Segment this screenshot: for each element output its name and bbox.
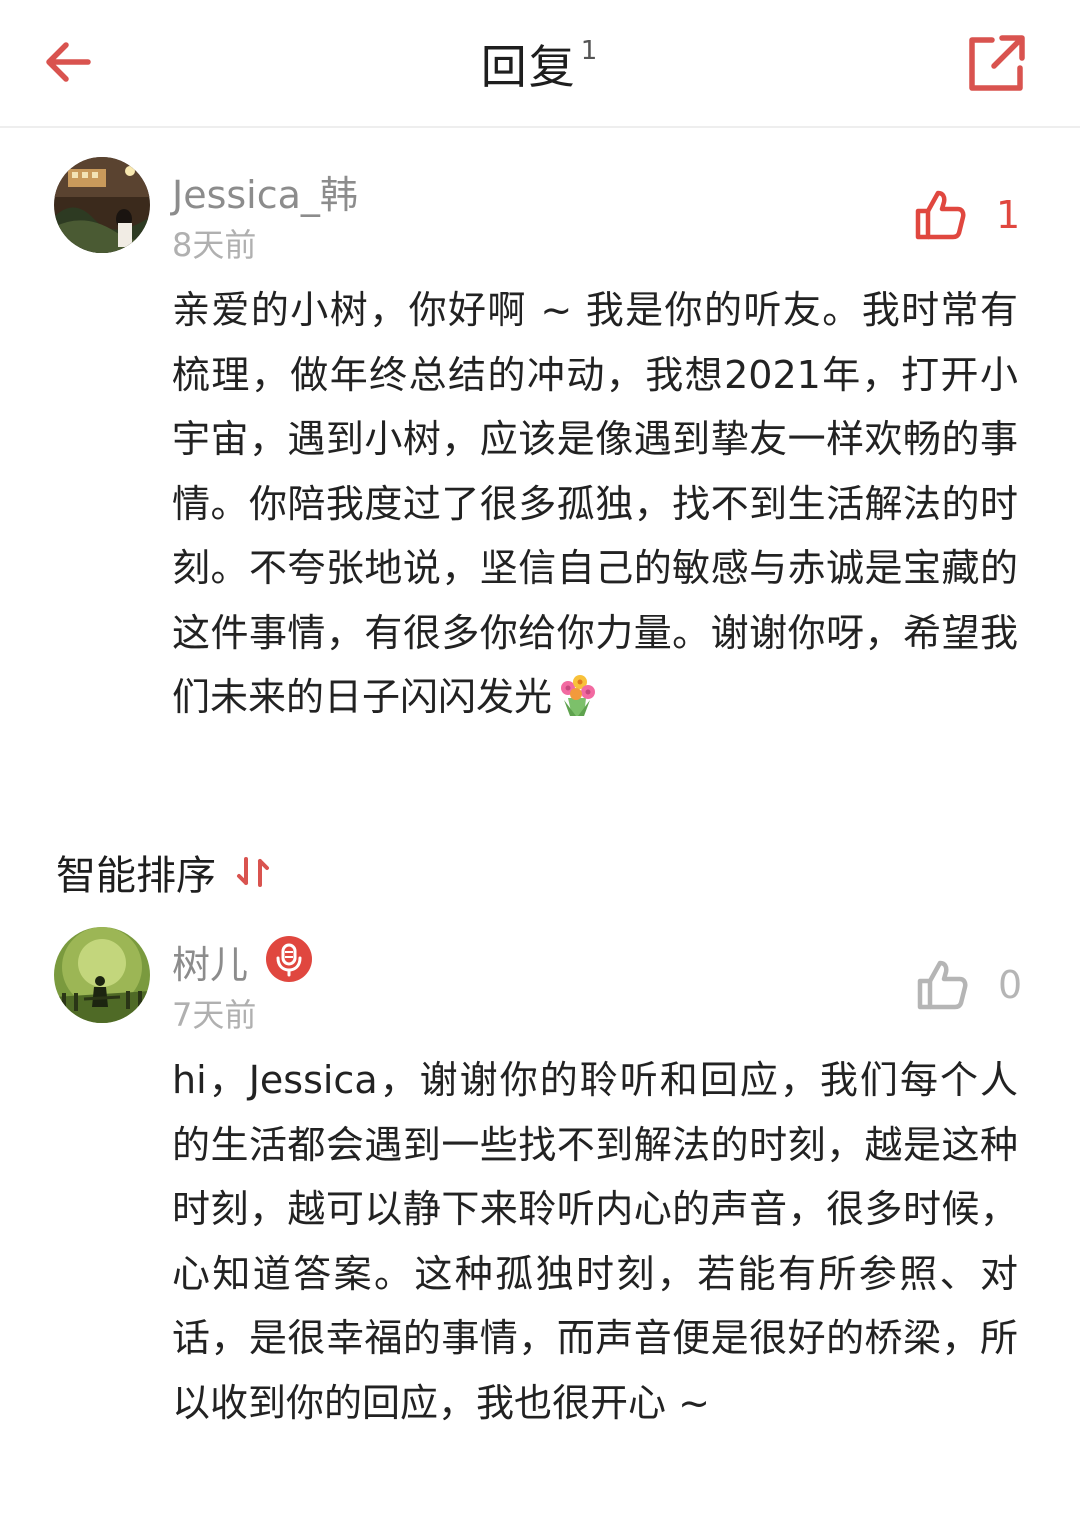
reply-body: hi，Jessica，谢谢你的聆听和回应，我们每个人的生活都会遇到一些找不到解法… [172, 1048, 1018, 1435]
back-button[interactable] [40, 30, 100, 94]
comment-body: 亲爱的小树，你好啊 ~ 我是你的听友。我时常有梳理，做年终总结的冲动，我想202… [172, 278, 1018, 730]
reply-count: 1 [580, 35, 600, 66]
page-title: 回复 1 [480, 35, 600, 94]
like-count: 1 [996, 193, 1021, 237]
arrow-left-icon [46, 42, 91, 82]
like-count: 0 [998, 963, 1023, 1007]
avatar-jessica-image [54, 157, 150, 253]
microphone-badge-icon [266, 936, 312, 982]
sort-selector[interactable]: 智能排序 [56, 840, 270, 904]
reply-username[interactable]: 树儿 [172, 934, 248, 989]
thumbs-up-icon [915, 190, 966, 240]
reply-text: hi，Jessica，谢谢你的聆听和回应，我们每个人的生活都会遇到一些找不到解法… [172, 1058, 1018, 1425]
thumbs-up-icon [917, 960, 968, 1010]
share-button[interactable] [962, 30, 1028, 96]
bouquet-emoji [561, 675, 596, 716]
share-external-icon [969, 35, 1025, 91]
like-button[interactable]: 0 [916, 959, 1022, 1011]
top-bar: 回复 1 [0, 0, 1080, 128]
sort-arrows-icon [237, 857, 269, 887]
creator-badge [266, 936, 312, 982]
like-button[interactable]: 1 [914, 189, 1020, 241]
avatar-shuer-image [54, 927, 150, 1023]
avatar[interactable] [54, 157, 150, 253]
reply-time: 7天前 [172, 996, 257, 1034]
avatar[interactable] [54, 927, 150, 1023]
comment-time: 8天前 [172, 226, 257, 264]
comment-text: 亲爱的小树，你好啊 ~ 我是你的听友。我时常有梳理，做年终总结的冲动，我想202… [172, 288, 1018, 719]
comment-username[interactable]: Jessica_韩 [172, 164, 358, 219]
sort-label: 智能排序 [56, 853, 216, 899]
